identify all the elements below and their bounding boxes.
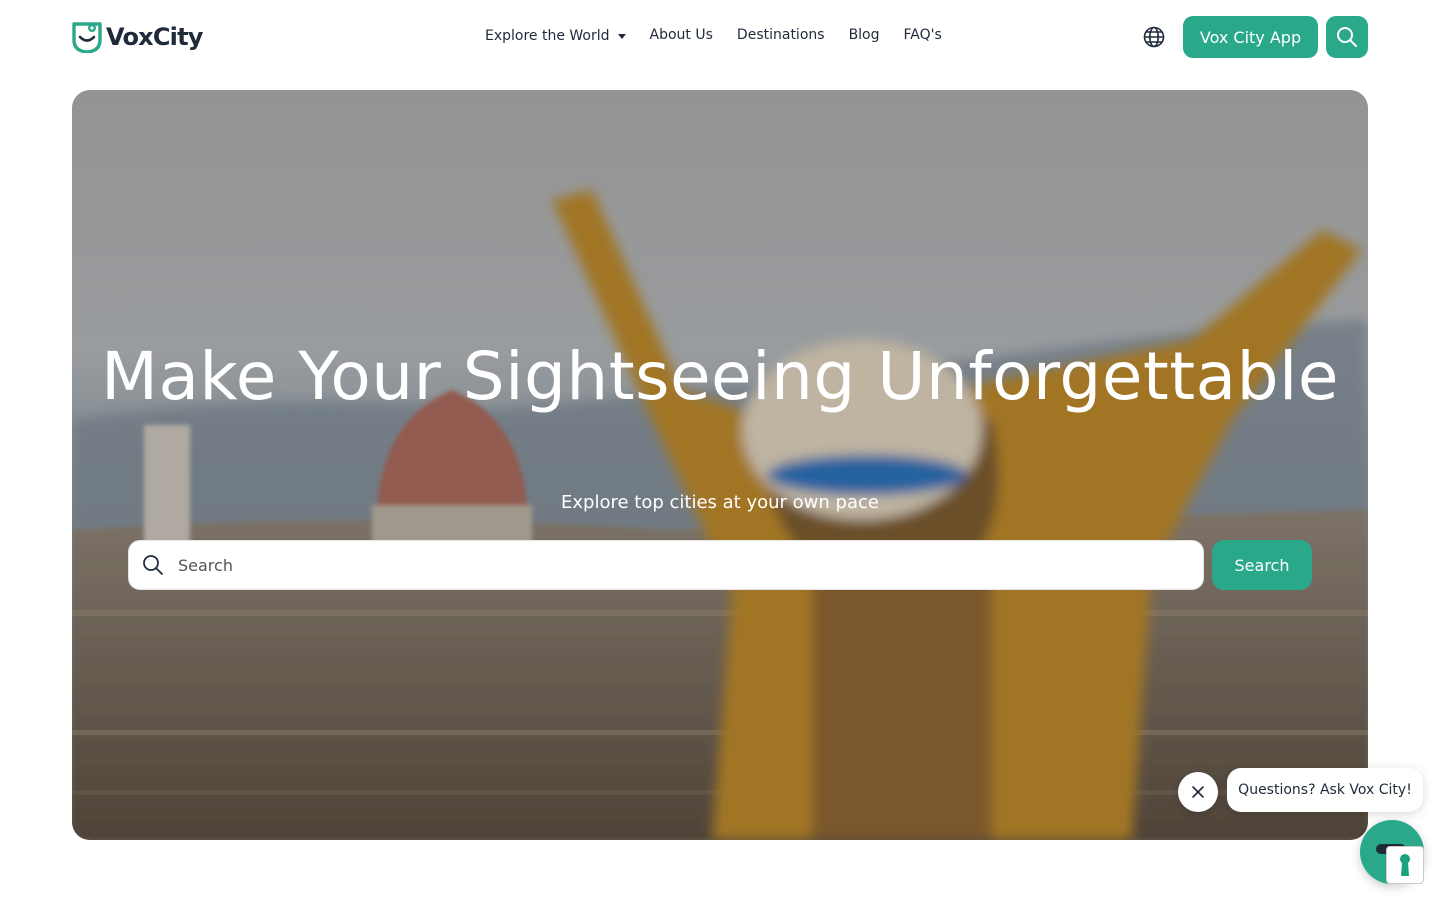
site-header: VoxCity Explore the World About Us Desti… <box>0 0 1440 76</box>
hero-banner <box>72 90 1368 840</box>
nav-explore-label: Explore the World <box>485 28 610 44</box>
nav-explore-dropdown[interactable]: Explore the World <box>485 28 626 44</box>
globe-icon <box>1143 26 1165 48</box>
chat-prompt-text: Questions? Ask Vox City! <box>1238 782 1412 798</box>
hero-search-button[interactable]: Search <box>1212 540 1312 590</box>
hero-subtitle: Explore top cities at your own pace <box>561 492 879 513</box>
main-nav: Explore the World About Us Destinations … <box>485 26 942 44</box>
logo-text: VoxCity <box>106 22 203 51</box>
header-search-button[interactable] <box>1326 16 1368 58</box>
chat-close-button[interactable] <box>1178 772 1218 812</box>
close-icon <box>1192 786 1204 798</box>
accessibility-badge[interactable] <box>1386 846 1424 884</box>
chat-prompt-bubble[interactable]: Questions? Ask Vox City! <box>1227 768 1423 812</box>
logo[interactable]: VoxCity <box>72 20 203 53</box>
hero-background-image <box>72 90 1368 840</box>
nav-about-link[interactable]: About Us <box>650 27 713 43</box>
nav-faq-link[interactable]: FAQ's <box>904 27 942 43</box>
search-icon <box>143 555 163 575</box>
nav-destinations-link[interactable]: Destinations <box>737 27 825 43</box>
vox-city-app-button[interactable]: Vox City App <box>1183 16 1318 58</box>
language-selector[interactable] <box>1142 25 1166 49</box>
chevron-down-icon <box>617 33 626 39</box>
keyhole-icon <box>1400 854 1410 876</box>
search-icon <box>1337 27 1357 47</box>
hero-search-field[interactable] <box>128 540 1204 590</box>
nav-blog-link[interactable]: Blog <box>849 27 880 43</box>
hero-title: Make Your Sightseeing Unforgettable <box>101 338 1339 415</box>
hero-search-input[interactable] <box>178 555 1158 575</box>
logo-icon <box>72 22 102 53</box>
